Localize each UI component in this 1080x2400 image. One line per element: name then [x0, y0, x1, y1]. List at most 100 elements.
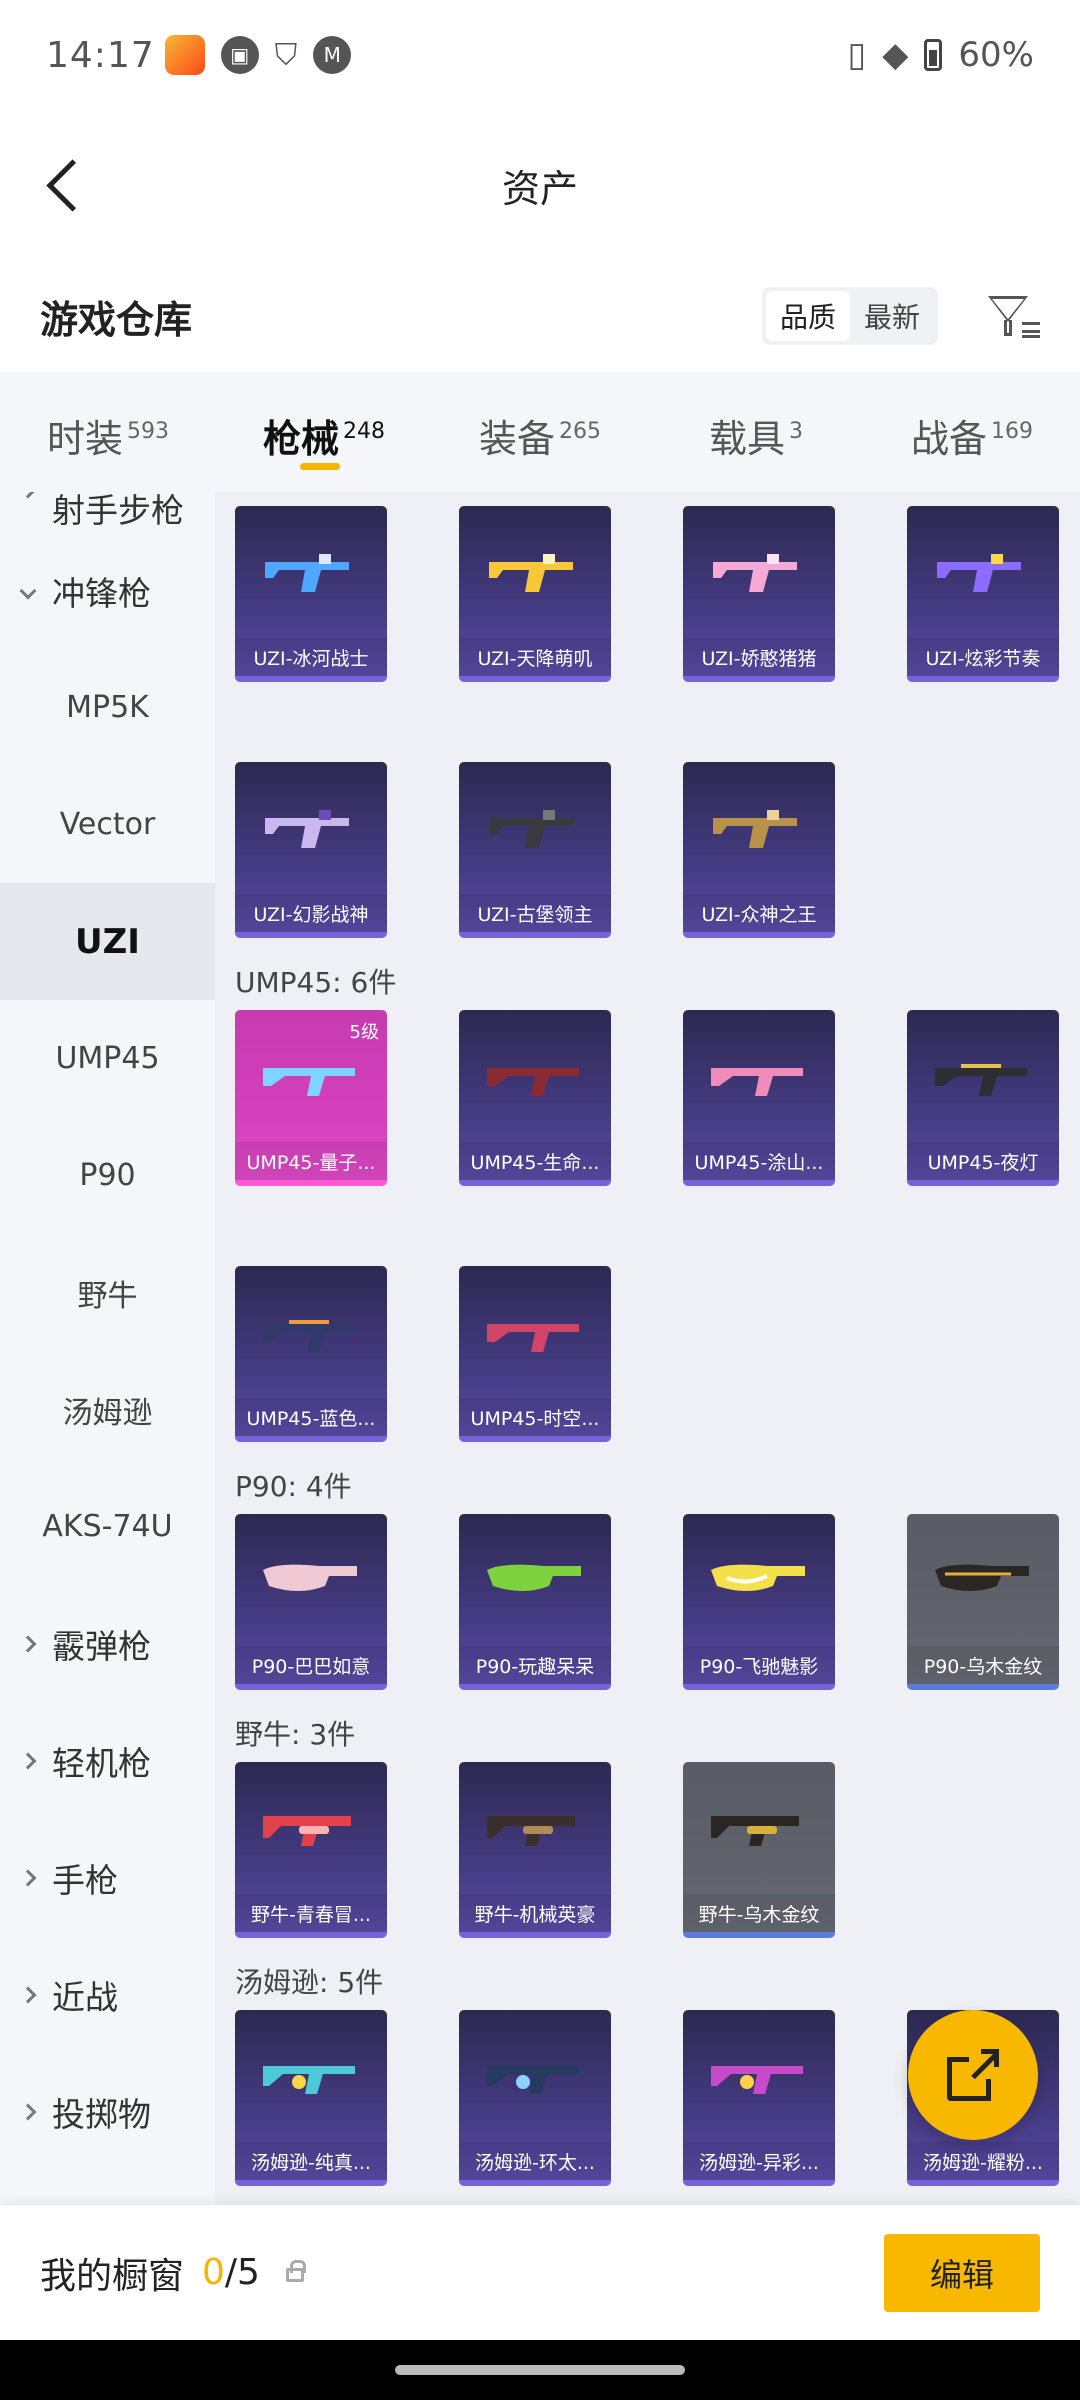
share-button[interactable] [908, 2010, 1038, 2140]
p90-skin-icon [487, 1564, 581, 1591]
uzi-skin-icon [713, 554, 797, 592]
group-title: UMP45: 6件 [235, 966, 397, 999]
skin-card[interactable]: P90-玩趣呆呆 [459, 1514, 611, 1690]
sidebar-item-uzi[interactable]: UZI [0, 883, 215, 1000]
skin-name: UZI-古堡领主 [459, 894, 611, 932]
skin-name: P90-巴巴如意 [235, 1646, 387, 1684]
chevron-right-icon [19, 492, 37, 499]
sidebar-item-thompson[interactable]: 汤姆逊 [0, 1351, 215, 1468]
skin-card[interactable]: UZI-冰河战士 [235, 506, 387, 682]
app-header: 资产 [0, 110, 1080, 260]
skin-card[interactable]: 汤姆逊-纯真... [235, 2010, 387, 2186]
skin-card[interactable]: UZI-炫彩节奏 [907, 506, 1059, 682]
bison-skin-icon [487, 1816, 575, 1846]
skin-name: UZI-幻影战神 [235, 894, 387, 932]
skin-card[interactable]: UMP45-蓝色... [235, 1266, 387, 1442]
skin-name: P90-乌木金纹 [907, 1646, 1059, 1684]
home-gesture-handle[interactable] [395, 2365, 685, 2375]
uzi-skin-icon [713, 810, 797, 848]
skin-card[interactable]: 汤姆逊-异彩... [683, 2010, 835, 2186]
skin-name: UMP45-量子... [235, 1142, 387, 1180]
sidebar-item-smg[interactable]: 冲锋枪 [0, 532, 215, 649]
uzi-skin-icon [489, 810, 573, 848]
tab-supplies[interactable]: 战备 169 [864, 372, 1080, 492]
app-notification-icon [164, 35, 205, 75]
bison-skin-icon [711, 1816, 799, 1846]
skin-card[interactable]: UMP45-时空... [459, 1266, 611, 1442]
category-tabs: 时装 593 枪械 248 装备 265 载具 3 战备 169 [0, 372, 1080, 492]
sidebar-item-bison[interactable]: 野牛 [0, 1234, 215, 1351]
sidebar-item-throwable[interactable]: 投掷物 [0, 2053, 215, 2170]
skin-card[interactable]: P90-巴巴如意 [235, 1514, 387, 1690]
share-icon [947, 2049, 999, 2101]
ump45-skin-icon [263, 1320, 355, 1352]
tab-equipment[interactable]: 装备 265 [432, 372, 648, 492]
weapon-category-sidebar: 射手步枪 冲锋枪 MP5K Vector UZI UMP45 P90 野牛 汤姆… [0, 492, 215, 2205]
wifi-icon: ◆ [882, 35, 909, 75]
sort-newest-button[interactable]: 最新 [850, 291, 934, 341]
chevron-right-icon [19, 1635, 37, 1652]
skin-name: 汤姆逊-异彩... [683, 2142, 835, 2180]
skin-name: 汤姆逊-耀粉... [907, 2142, 1059, 2180]
uzi-skin-icon [489, 554, 573, 592]
ump45-skin-icon [487, 1068, 579, 1096]
skin-name: 野牛-青春冒... [235, 1894, 387, 1932]
skin-card[interactable]: 汤姆逊-环太... [459, 2010, 611, 2186]
skin-card[interactable]: P90-飞驰魅影 [683, 1514, 835, 1690]
skin-name: 汤姆逊-纯真... [235, 2142, 387, 2180]
showcase-count: 0/5 [202, 2252, 260, 2293]
skin-name: UZI-娇憨猪猪 [683, 638, 835, 676]
thompson-skin-icon [487, 2066, 579, 2094]
skin-card[interactable]: 野牛-青春冒... [235, 1762, 387, 1938]
uzi-skin-icon [265, 810, 349, 848]
uzi-skin-icon [265, 554, 349, 592]
group-bison: 野牛: 3件 野牛-青春冒... 野牛-机械英豪 野牛-乌木金纹 [235, 1704, 1080, 1938]
showcase-bar: 我的橱窗 0/5 编辑 [0, 2205, 1080, 2340]
filter-icon[interactable] [984, 288, 1040, 344]
skin-name: P90-玩趣呆呆 [459, 1646, 611, 1684]
skin-card[interactable]: UMP45-夜灯 [907, 1010, 1059, 1186]
edit-button[interactable]: 编辑 [884, 2233, 1040, 2312]
sidebar-item-vector[interactable]: Vector [0, 766, 215, 883]
skin-card[interactable]: UZI-古堡领主 [459, 762, 611, 938]
skin-card[interactable]: UZI-幻影战神 [235, 762, 387, 938]
chevron-right-icon [19, 2103, 37, 2120]
sidebar-item-shotgun[interactable]: 霰弹枪 [0, 1585, 215, 1702]
skin-card[interactable]: UMP45-涂山... [683, 1010, 835, 1186]
battery-icon [924, 39, 943, 71]
sort-quality-button[interactable]: 品质 [765, 291, 850, 341]
chevron-right-icon [19, 1869, 37, 1886]
sidebar-item-pistol[interactable]: 手枪 [0, 1819, 215, 1936]
sidebar-item-p90[interactable]: P90 [0, 1117, 215, 1234]
skin-name: P90-飞驰魅影 [683, 1646, 835, 1684]
tab-outfits[interactable]: 时装 593 [0, 372, 216, 492]
bison-skin-icon [263, 1816, 351, 1846]
thompson-skin-icon [711, 2066, 803, 2094]
sidebar-item-marksman-rifle[interactable]: 射手步枪 [0, 492, 215, 532]
skin-card[interactable]: UMP45-生命... [459, 1010, 611, 1186]
back-arrow-icon[interactable] [30, 150, 100, 220]
skin-card[interactable]: 野牛-乌木金纹 [683, 1762, 835, 1938]
p90-skin-icon [711, 1564, 805, 1591]
ump45-skin-icon [935, 1064, 1027, 1096]
skin-card[interactable]: UZI-娇憨猪猪 [683, 506, 835, 682]
sidebar-item-aks74u[interactable]: AKS-74U [0, 1468, 215, 1585]
skin-name: UMP45-涂山... [683, 1142, 835, 1180]
sidebar-item-ump45[interactable]: UMP45 [0, 1000, 215, 1117]
skin-name: 汤姆逊-环太... [459, 2142, 611, 2180]
uzi-skin-icon [937, 554, 1021, 592]
sidebar-item-melee[interactable]: 近战 [0, 1936, 215, 2053]
skin-card[interactable]: UZI-众神之王 [683, 762, 835, 938]
skin-card[interactable]: 5级 UMP45-量子... [235, 1010, 387, 1186]
tab-weapons[interactable]: 枪械 248 [216, 372, 432, 492]
group-p90: P90: 4件 P90-巴巴如意 P90-玩趣呆呆 P90-飞驰魅影 P90-乌… [235, 1456, 1080, 1690]
skin-card[interactable]: UZI-天降萌叽 [459, 506, 611, 682]
warehouse-bar: 游戏仓库 品质 最新 [0, 260, 1080, 372]
sidebar-item-lmg[interactable]: 轻机枪 [0, 1702, 215, 1819]
chevron-right-icon [19, 1752, 37, 1769]
tab-vehicles[interactable]: 载具 3 [648, 372, 864, 492]
skin-card[interactable]: 野牛-机械英豪 [459, 1762, 611, 1938]
sidebar-item-mp5k[interactable]: MP5K [0, 649, 215, 766]
skin-card[interactable]: P90-乌木金纹 [907, 1514, 1059, 1690]
skin-name: UMP45-夜灯 [907, 1142, 1059, 1180]
